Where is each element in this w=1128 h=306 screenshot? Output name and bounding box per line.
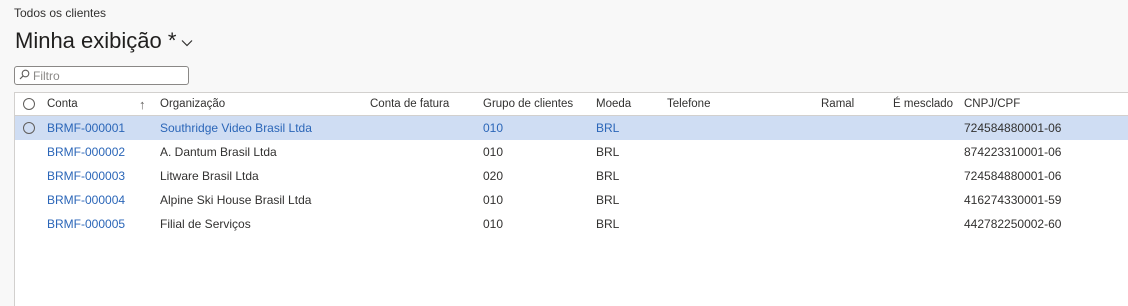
conta-link[interactable]: BRMF-000005 [47,212,125,236]
conta-link[interactable]: BRMF-000001 [47,116,125,140]
column-header-cnpj[interactable]: CNPJ/CPF [964,93,1020,115]
breadcrumb[interactable]: Todos os clientes [14,6,106,20]
view-selector[interactable]: Minha exibição * [15,28,193,54]
conta-link[interactable]: BRMF-000002 [47,140,125,164]
table-row[interactable]: BRMF-000002 A. Dantum Brasil Ltda 010 BR… [15,140,1128,164]
conta-link[interactable]: BRMF-000003 [47,164,125,188]
cnpj-cell[interactable]: 724584880001-06 [964,164,1061,188]
grupo-cell[interactable]: 010 [483,116,503,140]
column-header-telefone[interactable]: Telefone [667,93,710,115]
search-icon [19,67,30,85]
grupo-cell[interactable]: 010 [483,140,503,164]
organizacao-cell[interactable]: Filial de Serviços [160,212,251,236]
column-header-moeda[interactable]: Moeda [596,93,631,115]
column-header-conta-fatura[interactable]: Conta de fatura [370,93,449,115]
filter-field[interactable] [14,66,189,85]
cnpj-cell[interactable]: 416274330001-59 [964,188,1061,212]
select-all-radio[interactable] [23,93,35,115]
table-row[interactable]: BRMF-000005 Filial de Serviços 010 BRL 4… [15,212,1128,236]
column-header-conta[interactable]: Conta [47,93,78,115]
column-header-grupo[interactable]: Grupo de clientes [483,93,573,115]
cnpj-cell[interactable]: 724584880001-06 [964,116,1061,140]
moeda-cell[interactable]: BRL [596,188,619,212]
moeda-cell[interactable]: BRL [596,116,619,140]
chevron-down-icon[interactable] [181,39,193,47]
grupo-cell[interactable]: 020 [483,164,503,188]
customer-grid: Conta ↑ Organização Conta de fatura Grup… [14,92,1128,306]
organizacao-cell[interactable]: A. Dantum Brasil Ltda [160,140,277,164]
table-row[interactable]: BRMF-000004 Alpine Ski House Brasil Ltda… [15,188,1128,212]
column-header-mesclado[interactable]: É mesclado [893,93,953,115]
grupo-cell[interactable]: 010 [483,188,503,212]
row-select-radio[interactable] [23,116,35,140]
grid-header-row: Conta ↑ Organização Conta de fatura Grup… [15,93,1128,116]
sort-ascending-icon[interactable]: ↑ [139,97,146,112]
moeda-cell[interactable]: BRL [596,140,619,164]
column-header-organizacao[interactable]: Organização [160,93,225,115]
filter-input[interactable] [33,67,183,84]
cnpj-cell[interactable]: 874223310001-06 [964,140,1061,164]
cnpj-cell[interactable]: 442782250002-60 [964,212,1061,236]
column-header-ramal[interactable]: Ramal [821,93,854,115]
moeda-cell[interactable]: BRL [596,164,619,188]
grupo-cell[interactable]: 010 [483,212,503,236]
organizacao-cell[interactable]: Alpine Ski House Brasil Ltda [160,188,311,212]
page-title[interactable]: Minha exibição * [15,28,176,54]
organizacao-cell[interactable]: Southridge Video Brasil Ltda [160,116,312,140]
organizacao-cell[interactable]: Litware Brasil Ltda [160,164,259,188]
table-row[interactable]: BRMF-000003 Litware Brasil Ltda 020 BRL … [15,164,1128,188]
table-row[interactable]: BRMF-000001 Southridge Video Brasil Ltda… [15,116,1128,140]
conta-link[interactable]: BRMF-000004 [47,188,125,212]
moeda-cell[interactable]: BRL [596,212,619,236]
